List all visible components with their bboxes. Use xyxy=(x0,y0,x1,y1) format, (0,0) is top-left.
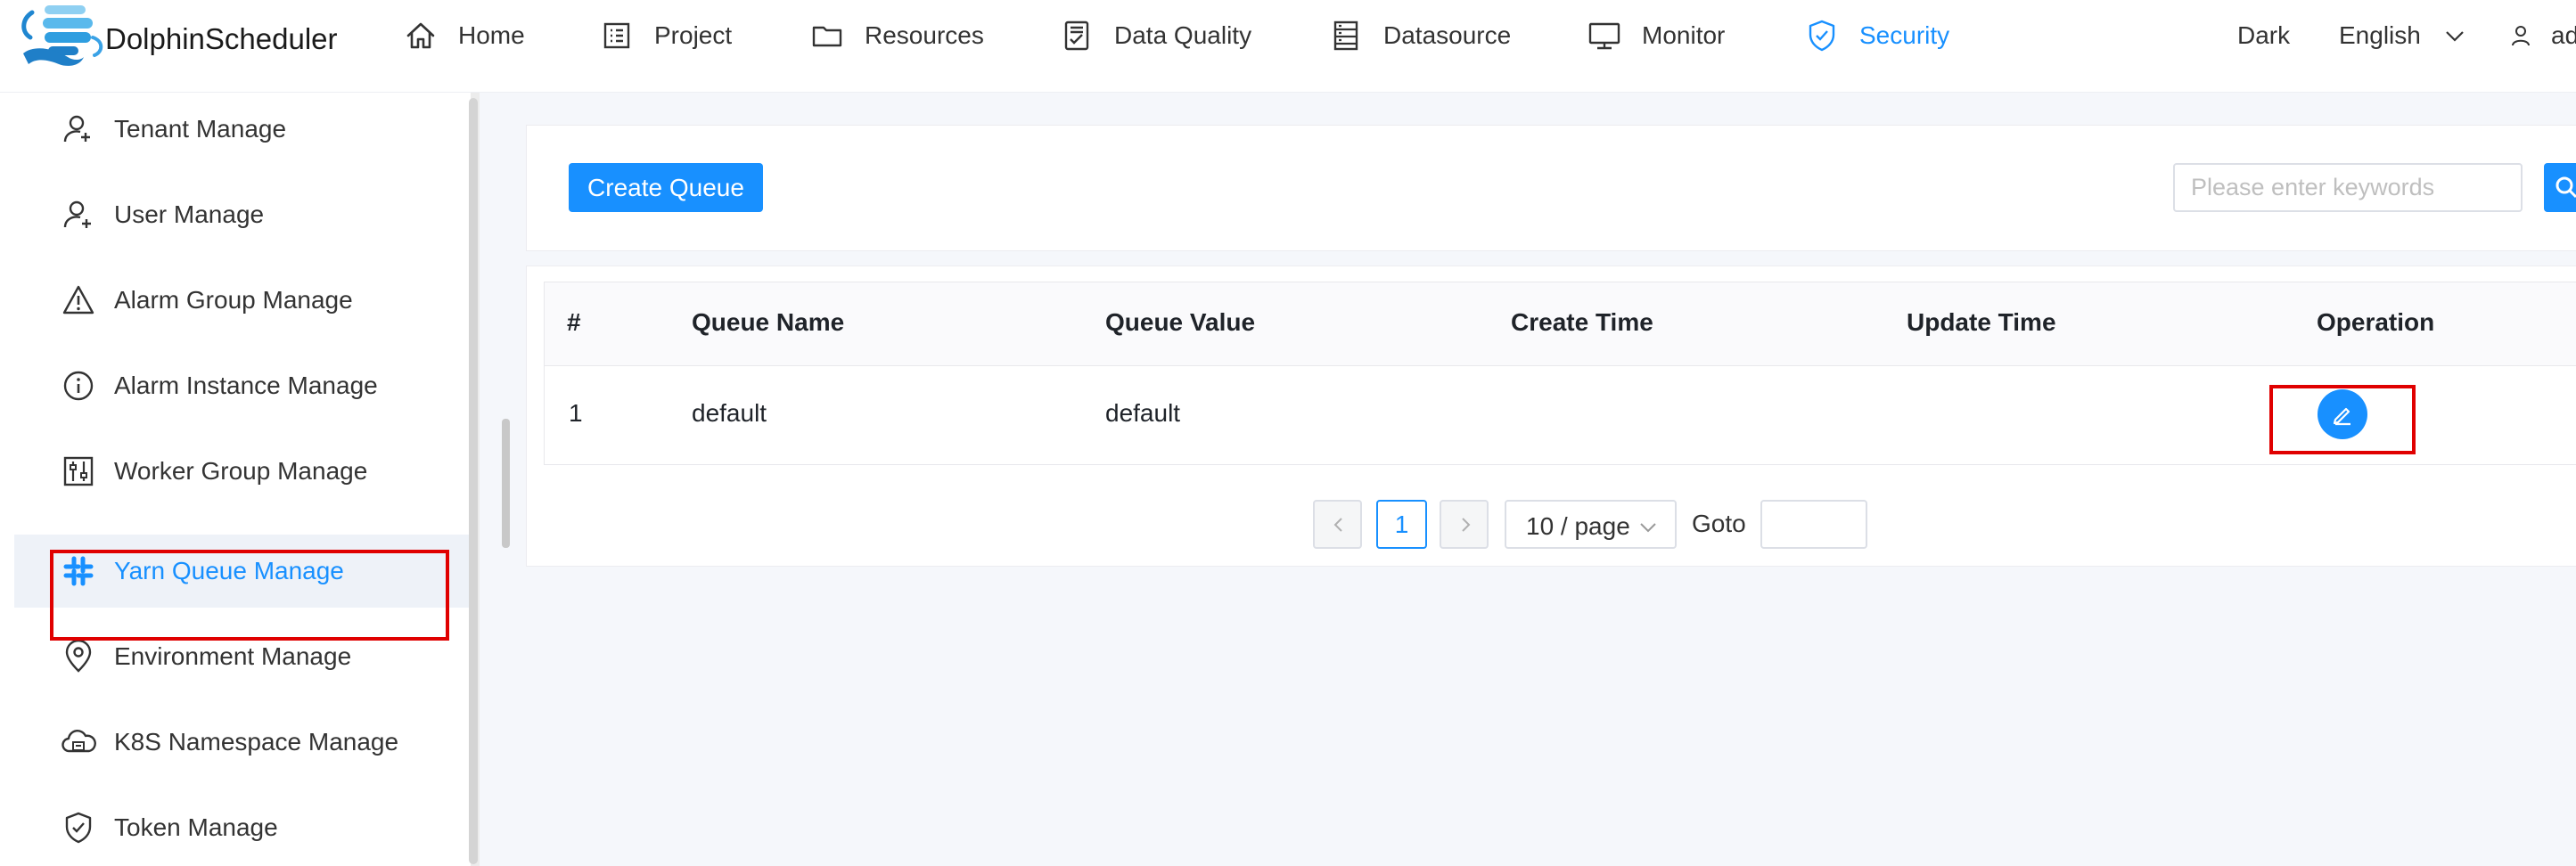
content-scrollbar[interactable] xyxy=(502,419,510,548)
next-page-button[interactable] xyxy=(1440,500,1489,549)
sidebar-item-user-manage[interactable]: User Manage xyxy=(14,178,469,251)
location-icon xyxy=(65,639,92,673)
nav-monitor-label: Monitor xyxy=(1642,21,1726,49)
sidebar-item-label: Alarm Group Manage xyxy=(114,286,353,314)
tenant-icon xyxy=(63,115,90,143)
goto-label: Goto xyxy=(1692,510,1746,537)
user-name: ad xyxy=(2551,21,2576,49)
page-number-button[interactable]: 1 xyxy=(1376,500,1427,549)
sidebar-item-yarn-queue-manage[interactable]: Yarn Queue Manage xyxy=(14,535,469,608)
folder-icon xyxy=(812,26,842,47)
nav-data-quality-label: Data Quality xyxy=(1114,21,1252,49)
home-icon xyxy=(406,22,435,49)
nav-data-quality[interactable]: Data Quality xyxy=(1059,12,1251,59)
chevron-right-icon xyxy=(1462,518,1471,532)
edit-icon xyxy=(2333,407,2350,426)
sidebar-item-label: Worker Group Manage xyxy=(114,457,368,485)
sidebar-item-token-manage[interactable]: Token Manage xyxy=(14,791,469,864)
sidebar-item-alarm-group-manage[interactable]: Alarm Group Manage xyxy=(14,264,469,337)
chevron-down-icon xyxy=(1640,523,1656,533)
column-header-operation: Operation xyxy=(2317,308,2435,336)
data-quality-icon xyxy=(1064,20,1089,51)
top-navbar: DolphinScheduler Home Project Resources … xyxy=(0,0,2576,93)
cloud-icon xyxy=(62,730,96,753)
nav-resources[interactable]: Resources xyxy=(809,12,984,59)
nav-datasource-label: Datasource xyxy=(1383,21,1512,49)
sidebar-item-label: Alarm Instance Manage xyxy=(114,372,378,399)
edit-button[interactable] xyxy=(2318,389,2367,439)
nav-security[interactable]: Security xyxy=(1804,12,1949,59)
nav-monitor[interactable]: Monitor xyxy=(1587,12,1725,59)
column-header-update-time[interactable]: Update Time xyxy=(1907,308,2056,337)
column-header-queue-name[interactable]: Queue Name xyxy=(692,308,844,337)
sidebar-item-label: K8S Namespace Manage xyxy=(114,728,399,756)
sidebar-scrollbar[interactable] xyxy=(469,98,478,864)
sidebar-item-label: User Manage xyxy=(114,200,265,228)
nav-home[interactable]: Home xyxy=(403,12,525,59)
sidebar-item-label: Yarn Queue Manage xyxy=(114,557,344,584)
project-icon xyxy=(603,22,630,49)
sliders-icon xyxy=(63,456,94,486)
create-queue-button[interactable]: Create Queue xyxy=(569,163,763,212)
dolphinscheduler-logo xyxy=(21,5,103,66)
language-label: English xyxy=(2339,21,2421,49)
nav-project[interactable]: Project xyxy=(599,12,732,59)
column-header-create-time[interactable]: Create Time xyxy=(1511,308,1653,337)
page-size-select[interactable]: 10 / page xyxy=(1505,500,1677,549)
shield-icon xyxy=(1809,20,1835,52)
sidebar-item-k8s-namespace-manage[interactable]: K8S Namespace Manage xyxy=(14,706,469,779)
chevron-left-icon xyxy=(1333,518,1342,532)
shield-check-icon xyxy=(65,812,92,844)
sidebar-item-worker-group-manage[interactable]: Worker Group Manage xyxy=(14,435,469,508)
theme-toggle[interactable]: Dark xyxy=(2237,12,2290,59)
monitor-icon xyxy=(1588,22,1620,50)
nav-datasource[interactable]: Datasource xyxy=(1328,12,1511,59)
column-header-index: # xyxy=(567,308,581,336)
search-icon xyxy=(2555,176,2576,199)
brand-name: DolphinScheduler xyxy=(105,22,338,55)
user-add-icon xyxy=(63,200,91,228)
user-menu[interactable]: ad xyxy=(2508,12,2576,59)
sidebar-item-label: Tenant Manage xyxy=(114,115,287,143)
cell-queue-name: default xyxy=(692,399,767,427)
language-select[interactable]: English xyxy=(2339,12,2465,59)
info-icon xyxy=(63,371,94,401)
cell-index: 1 xyxy=(569,399,583,427)
user-icon xyxy=(2512,26,2530,46)
search-input[interactable] xyxy=(2173,163,2523,212)
slack-icon xyxy=(63,556,94,586)
goto-page-input[interactable] xyxy=(1760,500,1867,549)
cell-queue-value: default xyxy=(1105,399,1181,427)
sidebar: Tenant Manage User Manage Alarm Group Ma… xyxy=(0,93,472,866)
warning-icon xyxy=(62,285,94,315)
datasource-icon xyxy=(1333,20,1358,51)
sidebar-item-label: Token Manage xyxy=(114,813,278,841)
search-button[interactable] xyxy=(2544,163,2576,212)
nav-security-label: Security xyxy=(1859,21,1950,49)
nav-resources-label: Resources xyxy=(865,21,984,49)
sidebar-item-alarm-instance-manage[interactable]: Alarm Instance Manage xyxy=(14,349,469,422)
page-size-value: 10 / page xyxy=(1526,512,1630,540)
sidebar-item-tenant-manage[interactable]: Tenant Manage xyxy=(14,93,469,166)
column-header-queue-value[interactable]: Queue Value xyxy=(1105,308,1255,337)
prev-page-button[interactable] xyxy=(1313,500,1362,549)
chevron-down-icon xyxy=(2446,31,2464,42)
nav-project-label: Project xyxy=(654,21,733,49)
sidebar-item-environment-manage[interactable]: Environment Manage xyxy=(14,620,469,693)
nav-home-label: Home xyxy=(458,21,525,49)
theme-toggle-label: Dark xyxy=(2237,21,2291,49)
sidebar-item-label: Environment Manage xyxy=(114,642,352,670)
